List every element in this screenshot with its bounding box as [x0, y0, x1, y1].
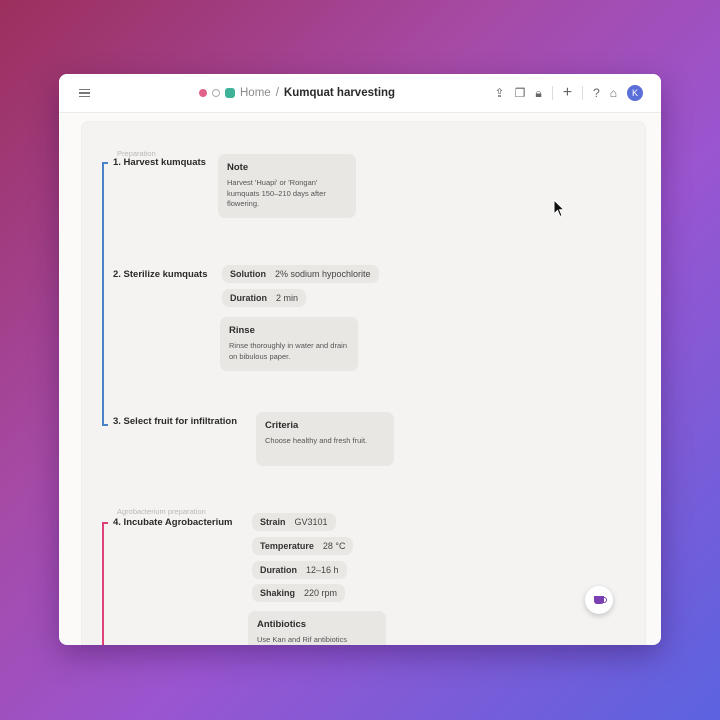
- coffee-cup-icon: [594, 596, 607, 604]
- section-bracket-agrobacterium: [102, 522, 108, 645]
- app-window: Home / Kumquat harvesting ⇪ ❐ 🔒︎ + ? ⌂ K…: [59, 74, 661, 645]
- chip-key: Strain: [260, 517, 286, 527]
- app-icon: [225, 88, 235, 98]
- card-title: Criteria: [265, 420, 299, 431]
- divider: [551, 86, 553, 100]
- chip-duration[interactable]: Duration 2 min: [222, 289, 307, 307]
- chip-value: 28 °C: [322, 541, 346, 551]
- chip-value: 2 min: [276, 293, 299, 303]
- card-title: Antibiotics: [257, 619, 307, 630]
- step-incubate-agrobacterium[interactable]: 4. Incubate Agrobacterium: [113, 517, 232, 528]
- step-select-fruit[interactable]: 3. Select fruit for infiltration: [113, 416, 237, 427]
- chip-value: 2% sodium hypochlorite: [275, 269, 371, 279]
- menu-button[interactable]: [79, 74, 90, 112]
- avatar[interactable]: K: [627, 85, 643, 101]
- toolbar-right: ⇪ ❐ 🔒︎ + ? ⌂ K: [495, 74, 643, 112]
- chip-key: Duration: [230, 293, 267, 303]
- breadcrumb: Home / Kumquat harvesting: [199, 74, 395, 112]
- card-body: Choose healthy and fresh fruit.: [265, 436, 368, 445]
- chip-value: GV3101: [294, 517, 328, 527]
- hamburger-icon: [79, 88, 90, 98]
- card-body: Harvest 'Huapi' or 'Rongan' kumquats 150…: [227, 178, 326, 208]
- card-title: Note: [227, 162, 249, 173]
- lock-icon[interactable]: 🔒︎: [535, 86, 541, 101]
- help-icon[interactable]: ?: [593, 86, 600, 100]
- criteria-card[interactable]: Criteria Choose healthy and fresh fruit.: [256, 412, 394, 466]
- antibiotics-card[interactable]: Antibiotics Use Kan and Rif antibiotics: [248, 611, 386, 645]
- chip-solution[interactable]: Solution 2% sodium hypochlorite: [222, 265, 379, 283]
- chip-strain[interactable]: Strain GV3101: [252, 513, 336, 531]
- rinse-card[interactable]: Rinse Rinse thoroughly in water and drai…: [220, 317, 358, 371]
- chip-value: 12–16 h: [306, 565, 339, 575]
- add-icon[interactable]: +: [563, 84, 572, 102]
- chip-key: Duration: [260, 565, 297, 575]
- title-bar: Home / Kumquat harvesting ⇪ ❐ 🔒︎ + ? ⌂ K: [59, 74, 661, 113]
- chip-temperature[interactable]: Temperature 28 °C: [252, 537, 354, 555]
- chip-key: Shaking: [260, 588, 296, 598]
- step-harvest-kumquats[interactable]: 1. Harvest kumquats: [113, 157, 206, 168]
- duplicate-icon[interactable]: ❐: [515, 86, 526, 100]
- home-icon[interactable]: ⌂: [610, 86, 617, 100]
- chip-duration-incubate[interactable]: Duration 12–16 h: [252, 561, 347, 579]
- page-title[interactable]: Kumquat harvesting: [284, 87, 395, 99]
- chip-key: Temperature: [260, 541, 314, 551]
- card-title: Rinse: [229, 325, 255, 336]
- sync-icon[interactable]: [212, 89, 220, 97]
- chip-key: Solution: [230, 269, 266, 279]
- card-body: Use Kan and Rif antibiotics: [257, 635, 348, 644]
- breadcrumb-separator: /: [275, 87, 279, 99]
- divider: [582, 86, 584, 100]
- coffee-button[interactable]: [585, 586, 613, 614]
- record-icon[interactable]: [199, 89, 207, 97]
- section-bracket-preparation: [102, 162, 108, 426]
- mouse-cursor-icon: [553, 199, 565, 218]
- card-body: Rinse thoroughly in water and drain on b…: [229, 341, 347, 361]
- breadcrumb-home[interactable]: Home: [240, 87, 271, 99]
- chip-value: 220 rpm: [304, 588, 338, 598]
- chip-shaking[interactable]: Shaking 220 rpm: [252, 584, 346, 602]
- section-label-agrobacterium: Agrobacterium preparation: [117, 507, 206, 516]
- note-card[interactable]: Note Harvest 'Huapi' or 'Rongan' kumquat…: [218, 154, 356, 218]
- share-icon[interactable]: ⇪: [495, 86, 505, 100]
- step-sterilize-kumquats[interactable]: 2. Sterilize kumquats: [113, 269, 208, 280]
